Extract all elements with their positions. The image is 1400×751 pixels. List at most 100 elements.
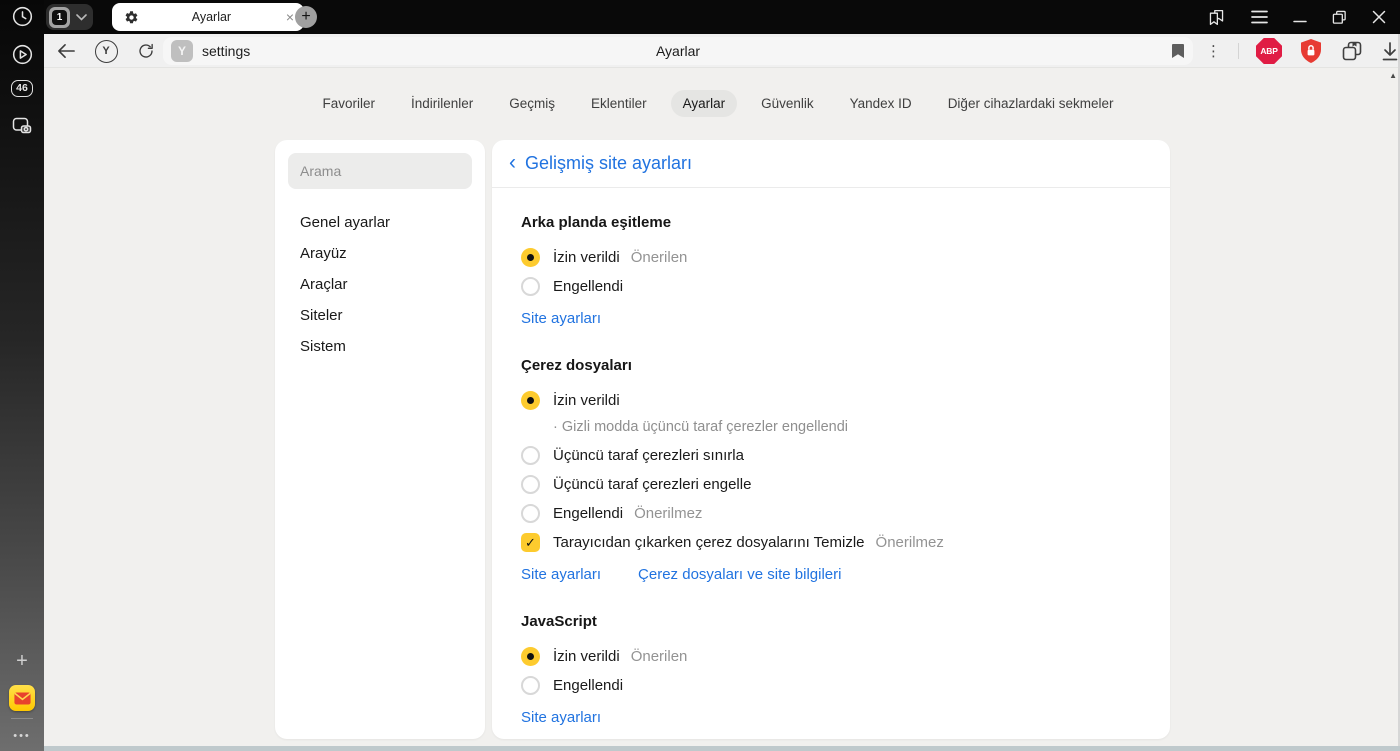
bookmark-icon[interactable] [1171, 43, 1185, 59]
sidebar-item-arayuz[interactable]: Arayüz [275, 238, 485, 269]
browser-tab[interactable]: Ayarlar × [112, 3, 304, 31]
nav-tab-eklentiler[interactable]: Eklentiler [579, 90, 659, 117]
address-bar[interactable]: Y settings Ayarlar [163, 37, 1193, 65]
option-badge: Önerilmez [634, 505, 703, 522]
option-label: İzin verildi [553, 648, 620, 665]
left-rail: 46 + ••• [0, 0, 44, 751]
radio-icon[interactable] [521, 676, 540, 695]
sidebar-item-siteler[interactable]: Siteler [275, 300, 485, 331]
radio-selected-icon[interactable] [521, 391, 540, 410]
radio-icon[interactable] [521, 504, 540, 523]
radio-icon[interactable] [521, 475, 540, 494]
back-button[interactable] [52, 37, 80, 65]
radio-option-blocked[interactable]: Engellendi [521, 272, 1140, 301]
nav-tab-indirilenler[interactable]: İndirilenler [399, 90, 485, 117]
refresh-button[interactable] [132, 37, 160, 65]
section-javascript: JavaScript İzin verildi Önerilen Engelle… [521, 613, 1140, 726]
radio-selected-icon[interactable] [521, 647, 540, 666]
nav-tab-guvenlik[interactable]: Güvenlik [749, 90, 826, 117]
tab-group[interactable]: 1 [46, 4, 93, 30]
radio-selected-icon[interactable] [521, 248, 540, 267]
checkbox-clear-cookies-on-exit[interactable]: ✓ Tarayıcıdan çıkarken çerez dosyalarını… [521, 528, 1140, 557]
sidebar-item-genel-ayarlar[interactable]: Genel ayarlar [275, 207, 485, 238]
minimize-icon[interactable] [1293, 11, 1307, 23]
search-input[interactable] [288, 153, 472, 189]
tab-count-badge[interactable]: 46 [0, 80, 44, 97]
tabs-collections-icon[interactable] [1340, 39, 1364, 63]
radio-option-limit-third-party[interactable]: Üçüncü taraf çerezleri sınırla [521, 441, 1140, 470]
window-bottom-edge [44, 746, 1400, 751]
radio-icon[interactable] [521, 446, 540, 465]
section-background-sync: Arka planda eşitleme İzin verildi Öneril… [521, 214, 1140, 327]
radio-option-allowed[interactable]: İzin verildi Önerilen [521, 642, 1140, 671]
nav-tab-favoriler[interactable]: Favoriler [310, 90, 387, 117]
scroll-up-arrow[interactable]: ▲ [1389, 71, 1397, 80]
sidebar-item-araclar[interactable]: Araçlar [275, 269, 485, 300]
download-icon[interactable] [1381, 41, 1399, 61]
checkbox-checked-icon[interactable]: ✓ [521, 533, 540, 552]
nav-tab-yandex-id[interactable]: Yandex ID [838, 90, 924, 117]
add-panel-icon[interactable]: + [0, 650, 44, 673]
tab-counter-button[interactable]: 1 [49, 6, 70, 28]
option-label: Engellendi [553, 505, 624, 522]
tab-title: Ayarlar [191, 10, 232, 24]
radio-icon[interactable] [521, 277, 540, 296]
kebab-menu-icon[interactable]: ⋮ [1206, 42, 1221, 60]
radio-option-allowed[interactable]: İzin verildi Önerilen [521, 243, 1140, 272]
radio-option-blocked[interactable]: Engellendi Önerilmez [521, 499, 1140, 528]
gear-icon [125, 10, 138, 23]
browser-window: 1 Ayarlar × + 46 + ••• Y Y settings Ayar… [0, 0, 1400, 751]
tab-counter-value: 1 [52, 9, 67, 25]
option-label: Üçüncü taraf çerezleri engelle [553, 476, 752, 493]
yandex-letter: Y [102, 45, 110, 57]
history-clock-icon[interactable] [0, 5, 44, 28]
menu-icon[interactable] [1251, 10, 1268, 24]
new-tab-button[interactable]: + [295, 6, 317, 28]
site-settings-link[interactable]: Site ayarları [521, 709, 601, 726]
yandex-mail-app-icon[interactable] [0, 685, 44, 711]
nav-tab-diger-cihazlar[interactable]: Diğer cihazlardaki sekmeler [936, 90, 1126, 117]
security-shield-icon[interactable] [1299, 38, 1323, 64]
option-badge: Önerilmez [875, 534, 944, 551]
radio-option-blocked[interactable]: Engellendi [521, 671, 1140, 700]
settings-sidebar: Genel ayarlar Arayüz Araçlar Siteler Sis… [275, 140, 485, 739]
option-note: · Gizli modda üçüncü taraf çerezler enge… [553, 419, 849, 435]
option-label: Engellendi [553, 677, 624, 694]
radio-option-allowed[interactable]: İzin verildi [521, 386, 1140, 415]
site-favicon: Y [171, 40, 193, 62]
restore-icon[interactable] [1332, 10, 1347, 25]
cookies-and-site-data-link[interactable]: Çerez dosyaları ve site bilgileri [638, 566, 841, 583]
option-label: İzin verildi [553, 249, 620, 266]
option-badge: Önerilen [630, 249, 688, 266]
tab-strip: 1 Ayarlar × + [0, 0, 1400, 34]
option-label: İzin verildi [553, 392, 620, 409]
tab-count-value: 46 [11, 80, 33, 97]
more-options-icon[interactable]: ••• [0, 730, 44, 742]
page-title: Ayarlar [655, 43, 701, 59]
nav-tab-gecmis[interactable]: Geçmiş [497, 90, 567, 117]
content-title[interactable]: Gelişmiş site ayarları [525, 153, 692, 174]
site-settings-link[interactable]: Site ayarları [521, 310, 601, 327]
chevron-down-icon[interactable] [76, 13, 87, 21]
content-header: ‹ Gelişmiş site ayarları [492, 140, 1170, 188]
section-cookies: Çerez dosyaları İzin verildi · Gizli mod… [521, 357, 1140, 583]
bullet-icon: · [553, 419, 558, 435]
url-text[interactable]: settings [202, 43, 250, 59]
nav-tab-ayarlar[interactable]: Ayarlar [670, 90, 738, 117]
yandex-home-button[interactable]: Y [92, 37, 120, 65]
browser-toolbar: Y Y settings Ayarlar ⋮ ABP [44, 34, 1400, 68]
side-panel-icon[interactable] [1207, 8, 1226, 27]
site-settings-link[interactable]: Site ayarları [521, 566, 601, 583]
video-play-icon[interactable] [0, 43, 44, 66]
sidebar-item-sistem[interactable]: Sistem [275, 331, 485, 362]
section-title: Çerez dosyaları [521, 357, 632, 374]
option-label: Engellendi [553, 278, 624, 295]
adblock-plus-icon[interactable]: ABP [1256, 38, 1282, 64]
radio-option-block-third-party[interactable]: Üçüncü taraf çerezleri engelle [521, 470, 1140, 499]
settings-content: ‹ Gelişmiş site ayarları Arka planda eşi… [492, 140, 1170, 739]
close-icon[interactable] [1372, 10, 1386, 24]
back-chevron-icon[interactable]: ‹ [509, 152, 516, 173]
screenshot-icon[interactable] [0, 114, 44, 138]
section-title: JavaScript [521, 613, 597, 630]
toolbar-divider [1238, 43, 1239, 59]
